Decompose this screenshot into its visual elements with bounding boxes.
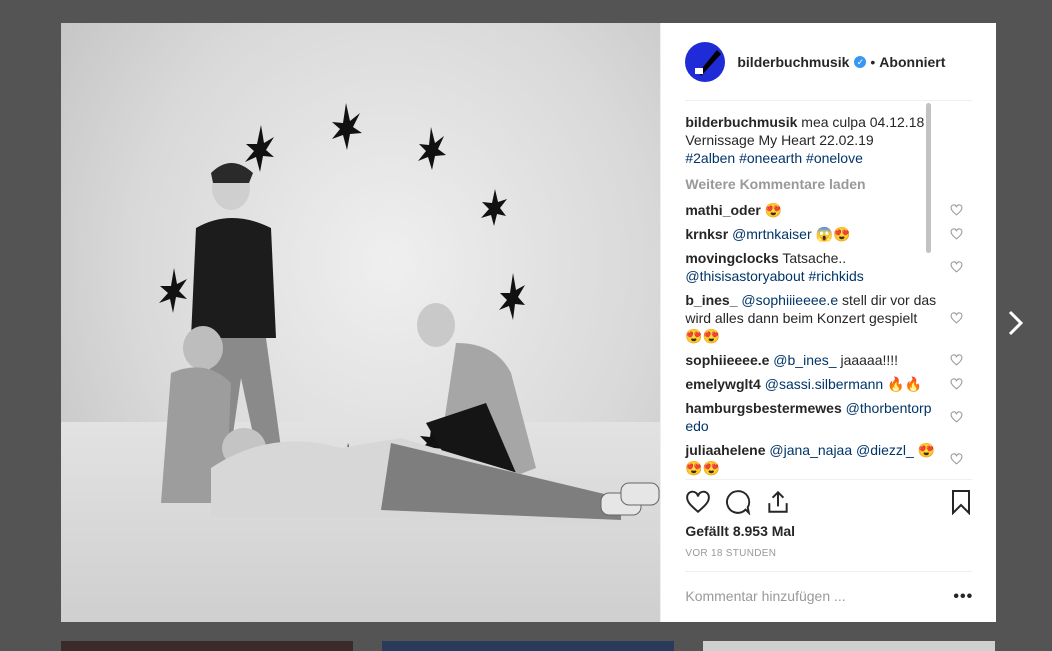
add-comment-input[interactable]: Kommentar hinzufügen ... (685, 588, 845, 604)
comment-mention[interactable]: @thisisastoryabout #richkids (685, 268, 863, 284)
like-comment-heart-icon[interactable] (950, 261, 963, 274)
comment-text: Tatsache.. (782, 250, 847, 266)
like-comment-heart-icon[interactable] (950, 411, 963, 424)
next-post-chevron-icon[interactable] (1006, 308, 1026, 338)
comment-username[interactable]: mathi_oder (685, 202, 760, 218)
comment-bubble-icon[interactable] (725, 489, 751, 515)
grid-thumbnail[interactable] (382, 641, 674, 651)
more-options-button[interactable]: ••• (953, 588, 973, 606)
comment-item: emelywglt4 @sassi.silbermann 🔥🔥 (685, 375, 975, 393)
bookmark-icon[interactable] (949, 489, 973, 515)
actions-divider (685, 479, 972, 480)
comment-mention[interactable]: @sassi.silbermann (765, 376, 883, 392)
comment-text: jaaaaa!!!! (840, 352, 899, 368)
post-modal: bilderbuchmusik ✓ • Abonniert bilderbuch… (61, 23, 996, 622)
grid-thumbnail[interactable] (703, 641, 995, 651)
comment-item: mathi_oder 😍 (685, 201, 975, 219)
comment-item: b_ines_ @sophiiieeee.e stell dir vor das… (685, 291, 975, 345)
comment-item: movingclocks Tatsache.. @thisisastoryabo… (685, 249, 975, 285)
post-caption: bilderbuchmusik mea culpa 04.12.18 Verni… (685, 113, 975, 167)
like-comment-heart-icon[interactable] (950, 228, 963, 241)
post-timestamp[interactable]: VOR 18 STUNDEN (685, 548, 776, 559)
like-comment-heart-icon[interactable] (950, 453, 963, 466)
like-comment-heart-icon[interactable] (950, 204, 963, 217)
post-photo[interactable] (61, 23, 661, 622)
grid-thumbnail[interactable] (61, 641, 353, 651)
verified-badge-icon: ✓ (854, 56, 867, 68)
comment-text: 😍 (764, 202, 783, 218)
comment-item: hamburgsbestermewes @thorbentorpedo (685, 399, 975, 435)
comment-username[interactable]: krnksr (685, 226, 728, 242)
comment-username[interactable]: juliaahelene (685, 442, 765, 458)
comment-text: 🔥🔥 (887, 376, 922, 392)
hashtag-2alben[interactable]: #2alben (685, 150, 735, 166)
comments-scrollbar[interactable] (926, 103, 931, 253)
avatar[interactable] (685, 42, 726, 82)
comment-username[interactable]: emelywglt4 (685, 376, 760, 392)
follow-status-button[interactable]: Abonniert (879, 54, 945, 70)
photo-illustration (159, 103, 660, 523)
comment-item: krnksr @mrtnkaiser 😱😍 (685, 225, 975, 243)
header-username[interactable]: bilderbuchmusik (737, 54, 849, 70)
comment-mention[interactable]: @b_ines_ (773, 352, 836, 368)
like-comment-heart-icon[interactable] (950, 312, 963, 325)
comment-mention[interactable]: @sophiiieeee.e (741, 292, 838, 308)
comment-username[interactable]: b_ines_ (685, 292, 737, 308)
comment-mention[interactable]: @mrtnkaiser (732, 226, 812, 242)
share-icon[interactable] (765, 489, 791, 515)
comment-item: sophiieeee.e @b_ines_ jaaaaa!!!! (685, 351, 975, 369)
post-actions (685, 489, 972, 519)
comment-username[interactable]: movingclocks (685, 250, 778, 266)
comment-username[interactable]: sophiieeee.e (685, 352, 769, 368)
like-comment-heart-icon[interactable] (950, 378, 963, 391)
post-header: bilderbuchmusik ✓ • Abonniert (685, 42, 972, 82)
hashtag-oneearth[interactable]: #oneearth (739, 150, 802, 166)
people-silhouettes (161, 163, 660, 523)
comment-divider (685, 571, 972, 572)
comments-list[interactable]: bilderbuchmusik mea culpa 04.12.18 Verni… (685, 113, 975, 479)
likes-count[interactable]: Gefällt 8.953 Mal (685, 523, 795, 539)
comment-mention[interactable]: @jana_najaa @diezzl_ (769, 442, 913, 458)
avatar-logo-icon (695, 50, 722, 76)
comment-text: 😱😍 (815, 226, 851, 242)
post-sidebar: bilderbuchmusik ✓ • Abonniert bilderbuch… (660, 23, 996, 622)
load-more-comments-button[interactable]: Weitere Kommentare laden (685, 175, 975, 193)
like-comment-heart-icon[interactable] (950, 354, 963, 367)
hashtag-onelove[interactable]: #onelove (806, 150, 863, 166)
like-heart-icon[interactable] (685, 489, 711, 515)
header-divider (685, 100, 972, 101)
header-separator: • (870, 54, 876, 70)
caption-username[interactable]: bilderbuchmusik (685, 114, 797, 130)
comment-item: juliaahelene @jana_najaa @diezzl_ 😍😍😍 (685, 441, 975, 477)
comment-username[interactable]: hamburgsbestermewes (685, 400, 841, 416)
